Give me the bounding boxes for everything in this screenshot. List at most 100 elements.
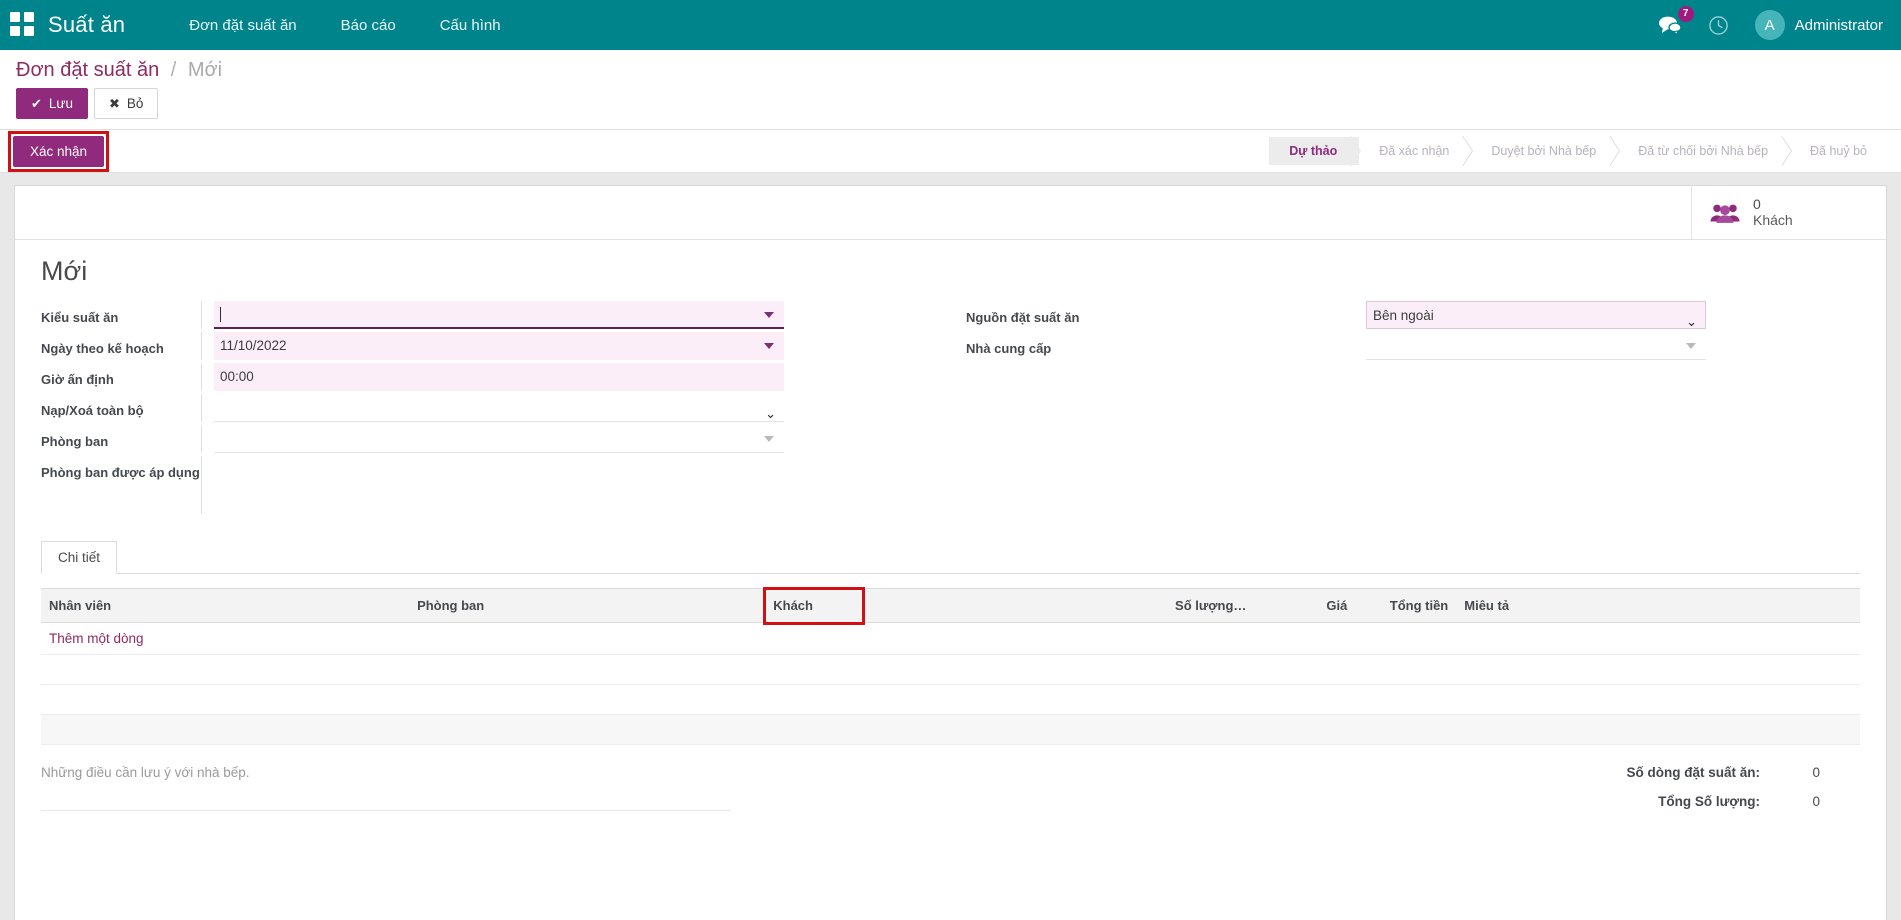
chevron-down-icon[interactable] [1686,343,1696,349]
messages-count-badge: 7 [1678,6,1694,22]
save-button[interactable]: ✔ Lưu [16,88,88,119]
field-meal-type-label: Kiểu suất ăn [41,301,201,327]
menu-item-reports[interactable]: Báo cáo [319,11,418,40]
status-step-cancelled[interactable]: Đã huỷ bỏ [1790,137,1889,165]
user-name-label: Administrator [1795,17,1883,34]
discard-button-label: Bỏ [127,95,144,112]
fixed-time-input[interactable]: 00:00 [214,363,784,391]
column-guest[interactable]: Khách [765,589,862,623]
confirm-button-highlight: Xác nhận [8,131,109,172]
users-group-icon [1710,202,1740,224]
column-quantity[interactable]: Số lượng… [863,589,1255,623]
notebook-tabs: Chi tiết [41,541,1860,574]
field-meal-source: Nguồn đặt suất ăn Bên ngoài ⌄ [966,301,1860,331]
table-header-row: Nhân viên Phòng ban Khách Số lượng… Giá … [41,589,1860,623]
order-lines-header: Nhân viên Phòng ban Khách Số lượng… Giá … [41,589,1860,623]
field-applied-departments: Phòng ban được áp dụng [41,456,966,514]
field-meal-source-label: Nguồn đặt suất ăn [966,301,1366,327]
total-lines-row: Số dòng đặt suất ăn: 0 [1627,765,1821,780]
form-sheet: 0 Khách Mới Kiểu suất ăn [14,185,1887,920]
field-load-clear-all-label: Nạp/Xoá toàn bộ [41,394,201,420]
apps-grid-icon[interactable] [10,12,36,38]
check-icon: ✔ [31,95,42,112]
field-supplier: Nhà cung cấp [966,332,1860,362]
field-department-label: Phòng ban [41,425,201,451]
column-employee[interactable]: Nhân viên [41,589,409,623]
sheet-footer: Những điều cần lưu ý với nhà bếp. Số dòn… [15,765,1886,823]
guests-stat-label: Khách [1753,212,1793,229]
applied-departments-input[interactable] [214,456,784,484]
form-left-group: Kiểu suất ăn Ngày theo kế hoạch 11/10/20… [41,301,966,515]
chevron-down-icon[interactable] [764,312,774,318]
field-load-clear-all: Nạp/Xoá toàn bộ ⌄ [41,394,966,424]
field-supplier-label: Nhà cung cấp [966,332,1366,358]
form-fields: Kiểu suất ăn Ngày theo kế hoạch 11/10/20… [15,293,1886,515]
messages-button[interactable]: 7 [1658,15,1682,35]
column-description[interactable]: Miêu tả [1456,589,1812,623]
add-a-line-link[interactable]: Thêm một dòng [49,631,144,646]
status-step-draft[interactable]: Dự thảo [1269,137,1359,165]
confirm-button[interactable]: Xác nhận [13,136,104,167]
main-menu: Đơn đặt suất ăn Báo cáo Cấu hình [167,11,522,40]
navbar-right-tools: 7 A Administrator [1658,10,1883,40]
form-sheet-background: 0 Khách Mới Kiểu suất ăn [0,173,1901,920]
department-input[interactable] [214,425,784,453]
supplier-input[interactable] [1366,332,1706,360]
menu-item-configuration[interactable]: Cấu hình [418,11,523,40]
text-caret [220,307,221,322]
chevron-down-icon[interactable] [764,343,774,349]
meal-type-input[interactable] [214,301,784,329]
meal-source-select[interactable]: Bên ngoài ⌄ [1366,301,1706,329]
table-row [41,685,1860,715]
total-lines-value: 0 [1760,765,1820,780]
guests-stat-value: 0 [1753,196,1793,212]
form-right-group: Nguồn đặt suất ăn Bên ngoài ⌄ Nhà cung c… [966,301,1860,515]
status-step-kitchen-approved[interactable]: Duyệt bởi Nhà bếp [1471,137,1618,165]
field-applied-departments-label: Phòng ban được áp dụng [41,456,201,482]
activities-button[interactable] [1708,15,1729,36]
avatar: A [1755,10,1785,40]
chevron-down-icon[interactable] [764,436,774,442]
clock-icon [1708,15,1729,36]
column-total[interactable]: Tổng tiền [1355,589,1456,623]
status-step-kitchen-rejected[interactable]: Đã từ chối bởi Nhà bếp [1618,137,1790,165]
meal-source-value: Bên ngoài [1373,308,1434,323]
fixed-time-value: 00:00 [220,369,254,384]
field-meal-type: Kiểu suất ăn [41,301,966,331]
totals-block: Số dòng đặt suất ăn: 0 Tổng Số lượng: 0 [1627,765,1861,823]
discard-button[interactable]: ✖ Bỏ [94,88,158,119]
column-actions [1812,589,1860,623]
breadcrumb-root-link[interactable]: Đơn đặt suất ăn [16,59,159,81]
column-department[interactable]: Phòng ban [409,589,765,623]
field-fixed-time-label: Giờ ấn định [41,363,201,389]
notebook: Chi tiết Nhân viên Phòng ban Khách Số lư… [15,541,1886,745]
chevron-down-icon: ⌄ [765,400,776,428]
field-department: Phòng ban [41,425,966,455]
user-menu[interactable]: A Administrator [1755,10,1883,40]
page-title: Mới [41,256,1860,287]
record-title-area: Mới [15,240,1886,293]
stat-button-area: 0 Khách [15,186,1886,240]
planned-date-input[interactable]: 11/10/2022 [214,332,784,360]
load-clear-all-select[interactable]: ⌄ [214,394,784,422]
guests-stat-button[interactable]: 0 Khách [1691,186,1886,239]
table-row [41,715,1860,745]
top-navbar: Suất ăn Đơn đặt suất ăn Báo cáo Cấu hình… [0,0,1901,50]
menu-item-orders[interactable]: Đơn đặt suất ăn [167,11,318,40]
tab-details[interactable]: Chi tiết [41,541,117,574]
field-planned-date-label: Ngày theo kế hoạch [41,332,201,358]
breadcrumb-current: Mới [188,59,222,81]
total-lines-label: Số dòng đặt suất ăn: [1627,765,1761,780]
order-lines-body: Thêm một dòng [41,623,1860,745]
close-icon: ✖ [109,95,120,112]
breadcrumb: Đơn đặt suất ăn / Mới [0,59,1901,88]
add-line-row: Thêm một dòng [41,623,1860,655]
kitchen-note-input[interactable]: Những điều cần lưu ý với nhà bếp. [41,765,731,811]
field-planned-date: Ngày theo kế hoạch 11/10/2022 [41,332,966,362]
status-step-confirmed[interactable]: Đã xác nhận [1359,137,1471,165]
add-line-cell: Thêm một dòng [41,623,1860,655]
save-button-label: Lưu [49,95,73,112]
column-price[interactable]: Giá [1254,589,1355,623]
total-quantity-value: 0 [1760,794,1820,809]
app-brand-title[interactable]: Suất ăn [48,12,125,38]
